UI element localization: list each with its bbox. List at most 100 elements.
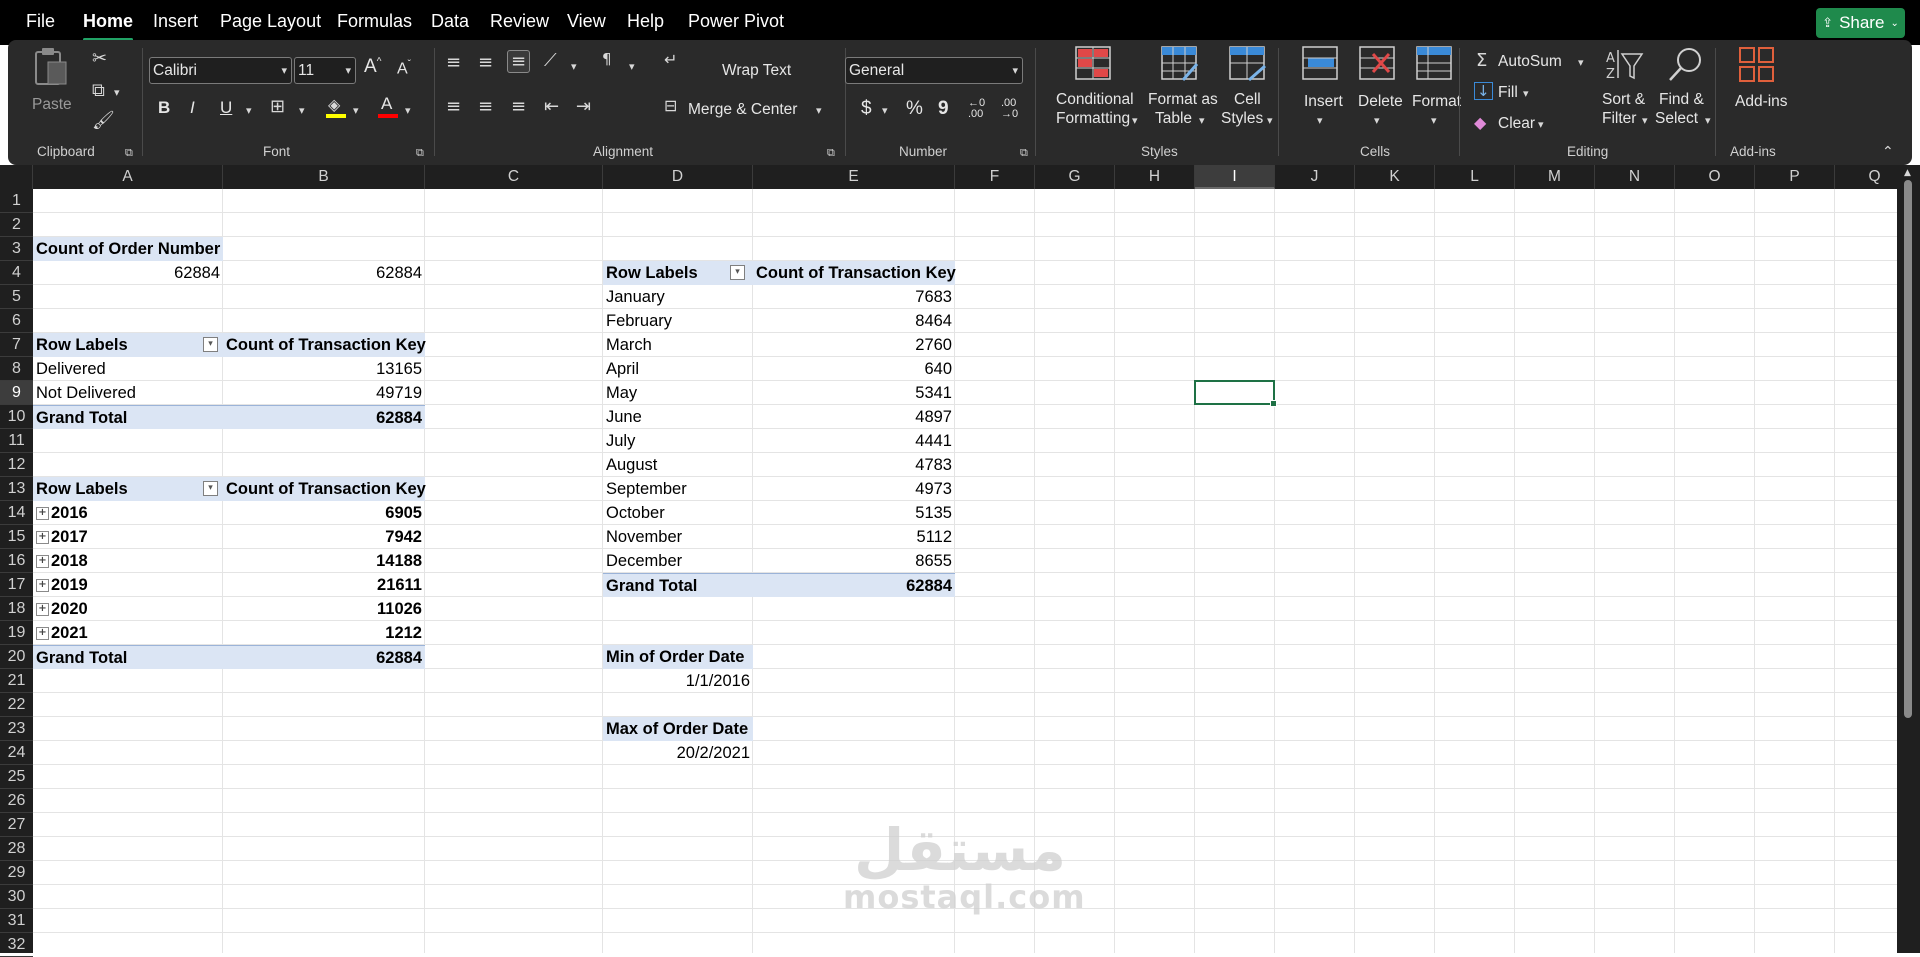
row-header-29[interactable]: 29 (0, 861, 33, 885)
dialog-launcher-icon[interactable]: ⧉ (827, 146, 835, 160)
column-header-c[interactable]: C (425, 165, 603, 189)
pivot-months-row-value[interactable]: 8655 (753, 549, 955, 573)
column-header-f[interactable]: F (955, 165, 1035, 189)
expand-icon[interactable]: + (36, 627, 49, 641)
wrap-text-button[interactable]: Wrap Text (722, 62, 791, 80)
pivot-status-total-label[interactable]: Grand Total (33, 405, 223, 429)
row-header-17[interactable]: 17 (0, 573, 33, 597)
pivot-months-row-value[interactable]: 4897 (753, 405, 955, 429)
filter-dropdown-icon[interactable]: ▾ (730, 265, 745, 280)
column-header-e[interactable]: E (753, 165, 955, 189)
row-header-21[interactable]: 21 (0, 669, 33, 693)
pivot-years-row-value[interactable]: 6905 (223, 501, 425, 525)
pivot-months-row-value[interactable]: 5135 (753, 501, 955, 525)
tab-review[interactable]: Review (490, 11, 549, 32)
row-header-7[interactable]: 7 (0, 333, 33, 357)
tab-view[interactable]: View (567, 11, 606, 32)
dialog-launcher-icon[interactable]: ⧉ (416, 146, 424, 160)
pivot-orders-a-value[interactable]: 62884 (33, 261, 223, 285)
row-header-12[interactable]: 12 (0, 453, 33, 477)
pivot-months-row-label[interactable]: November (603, 525, 753, 549)
active-cell-cursor[interactable] (1194, 380, 1277, 407)
tab-page-layout[interactable]: Page Layout (220, 11, 321, 32)
column-header-h[interactable]: H (1115, 165, 1195, 189)
row-header-13[interactable]: 13 (0, 477, 33, 501)
borders-icon[interactable]: ⊞ (270, 96, 285, 117)
pivot-months-row-value[interactable]: 4783 (753, 453, 955, 477)
column-header-k[interactable]: K (1355, 165, 1435, 189)
pivot-years-total-label[interactable]: Grand Total (33, 645, 223, 669)
text-direction-chevron-icon[interactable]: ▾ (629, 60, 635, 73)
add-ins-button[interactable]: Add-ins (1726, 46, 1788, 138)
orientation-icon[interactable]: ⟋ (544, 50, 557, 71)
row-header-8[interactable]: 8 (0, 357, 33, 381)
autosum-icon[interactable]: Σ (1476, 50, 1487, 71)
min-date-header[interactable]: Min of Order Date (603, 645, 753, 669)
row-header-31[interactable]: 31 (0, 909, 33, 933)
pivot-months-row-label[interactable]: June (603, 405, 753, 429)
row-header-28[interactable]: 28 (0, 837, 33, 861)
expand-icon[interactable]: + (36, 603, 49, 617)
row-header-6[interactable]: 6 (0, 309, 33, 333)
column-header-l[interactable]: L (1435, 165, 1515, 189)
autosum-chevron-icon[interactable]: ▾ (1578, 56, 1584, 69)
find-select-button[interactable]: Find & Select ▾ (1653, 46, 1715, 138)
decrease-font-icon[interactable]: Aˇ (397, 59, 411, 78)
column-header-b[interactable]: B (223, 165, 425, 189)
expand-icon[interactable]: + (36, 555, 49, 569)
pivot-years-row-label[interactable]: +2018 (33, 549, 223, 573)
wrap-text-icon[interactable]: ↵ (664, 50, 677, 69)
row-header-27[interactable]: 27 (0, 813, 33, 837)
tab-power-pivot[interactable]: Power Pivot (688, 11, 784, 32)
row-header-1[interactable]: 1 (0, 189, 33, 213)
merge-chevron-icon[interactable]: ▾ (816, 104, 822, 117)
fill-button[interactable]: Fill (1498, 84, 1518, 102)
align-center-icon[interactable]: ≡ (478, 96, 493, 117)
pivot-orders-header[interactable]: Count of Order Number (33, 237, 223, 261)
font-color-chevron-icon[interactable]: ▾ (405, 104, 411, 117)
pivot-months-row-label[interactable]: August (603, 453, 753, 477)
row-header-16[interactable]: 16 (0, 549, 33, 573)
column-header-m[interactable]: M (1515, 165, 1595, 189)
pivot-months-row-value[interactable]: 5341 (753, 381, 955, 405)
tab-file[interactable]: File (26, 11, 55, 32)
column-header-g[interactable]: G (1035, 165, 1115, 189)
column-header-i[interactable]: I (1195, 165, 1275, 189)
format-painter-icon[interactable]: 🖌 (92, 110, 115, 131)
row-header-4[interactable]: 4 (0, 261, 33, 285)
pivot-status-row-labels[interactable]: Row Labels ▾ (33, 333, 223, 357)
underline-button[interactable]: U (220, 98, 232, 118)
column-header-a[interactable]: A (33, 165, 223, 189)
fill-icon[interactable]: ↓ (1474, 82, 1493, 100)
pivot-months-row-value[interactable]: 640 (753, 357, 955, 381)
paste-button[interactable]: Paste (30, 46, 72, 121)
pivot-status-row-label[interactable]: Not Delivered (33, 381, 223, 405)
format-as-table-button[interactable]: Format as Table ▾ (1141, 46, 1219, 138)
pivot-years-row-value[interactable]: 11026 (223, 597, 425, 621)
pivot-months-row-value[interactable]: 4441 (753, 429, 955, 453)
row-header-10[interactable]: 10 (0, 405, 33, 429)
pivot-months-row-value[interactable]: 2760 (753, 333, 955, 357)
format-cells-button[interactable]: Format ▾ (1407, 46, 1463, 138)
row-header-3[interactable]: 3 (0, 237, 33, 261)
comma-button[interactable]: 9 (938, 98, 949, 120)
expand-icon[interactable]: + (36, 579, 49, 593)
pivot-months-row-label[interactable]: January (603, 285, 753, 309)
tab-help[interactable]: Help (627, 11, 664, 32)
pivot-months-total-label[interactable]: Grand Total (603, 573, 753, 597)
top-align-icon[interactable]: ≡ (446, 52, 461, 73)
dialog-launcher-icon[interactable]: ⧉ (125, 146, 133, 160)
row-header-18[interactable]: 18 (0, 597, 33, 621)
pivot-status-total-value[interactable]: 62884 (223, 405, 425, 429)
currency-button[interactable]: $ (861, 98, 872, 120)
pivot-orders-b-value[interactable]: 62884 (223, 261, 425, 285)
column-header-p[interactable]: P (1755, 165, 1835, 189)
row-header-30[interactable]: 30 (0, 885, 33, 909)
align-right-icon[interactable]: ≡ (511, 96, 526, 117)
pivot-status-row-label[interactable]: Delivered (33, 357, 223, 381)
pivot-years-row-value[interactable]: 7942 (223, 525, 425, 549)
increase-decimal-icon[interactable]: ←0.00 (968, 98, 985, 120)
pivot-months-row-value[interactable]: 7683 (753, 285, 955, 309)
tab-data[interactable]: Data (431, 11, 469, 32)
filter-dropdown-icon[interactable]: ▾ (203, 481, 218, 496)
